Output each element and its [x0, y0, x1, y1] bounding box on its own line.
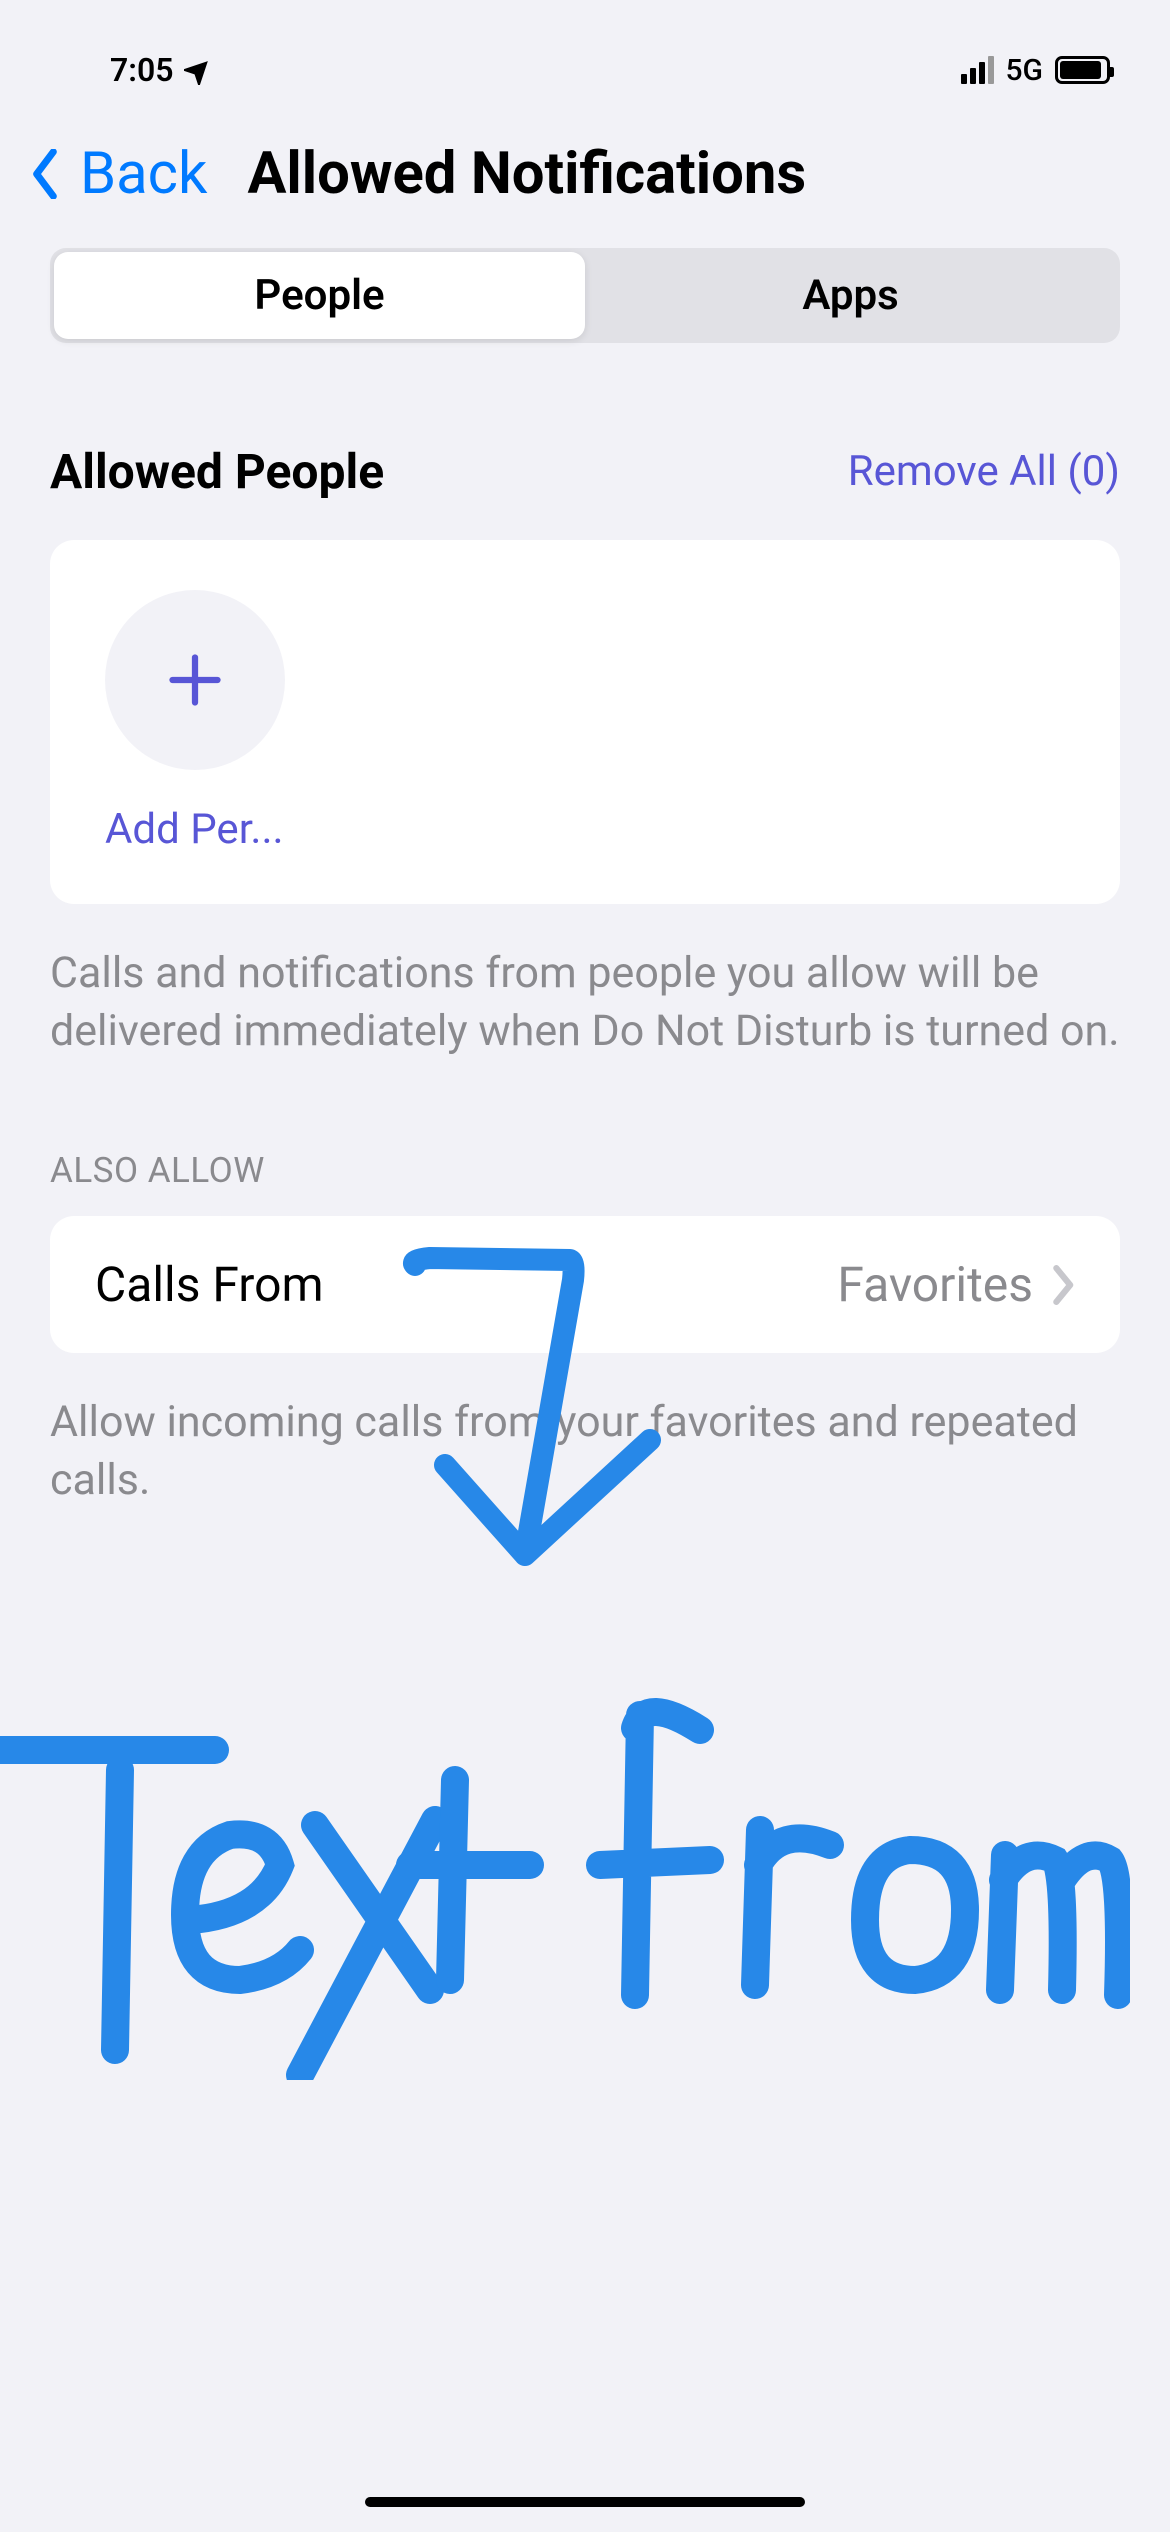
status-time: 7:05	[110, 51, 174, 89]
page-title: Allowed Notifications	[247, 140, 806, 208]
calls-from-label: Calls From	[95, 1256, 324, 1313]
status-time-group: 7:05	[110, 51, 214, 89]
calls-from-row[interactable]: Calls From Favorites	[50, 1216, 1120, 1353]
remove-all-button[interactable]: Remove All (0)	[848, 447, 1120, 496]
add-circle	[105, 590, 285, 770]
status-right: 5G	[961, 53, 1111, 88]
network-type: 5G	[1006, 53, 1044, 88]
status-bar: 7:05 5G	[0, 0, 1170, 110]
also-allow-header: ALSO ALLOW	[0, 1150, 1170, 1216]
allowed-people-card: Add Per...	[50, 540, 1120, 904]
back-chevron-icon[interactable]	[30, 149, 60, 199]
calls-from-value-group: Favorites	[837, 1256, 1075, 1313]
add-person-button[interactable]: Add Per...	[105, 590, 305, 854]
location-icon	[184, 55, 214, 85]
section-title: Allowed People	[50, 443, 384, 500]
calls-from-value: Favorites	[837, 1256, 1033, 1313]
segmented-control: People Apps	[50, 248, 1120, 343]
allowed-people-section: Allowed People Remove All (0) Add Per...	[0, 443, 1170, 904]
signal-icon	[961, 56, 994, 84]
section-header: Allowed People Remove All (0)	[50, 443, 1120, 500]
calls-from-description: Allow incoming calls from your favorites…	[0, 1353, 1170, 1509]
allowed-people-description: Calls and notifications from people you …	[0, 904, 1170, 1060]
home-indicator[interactable]	[365, 2497, 805, 2507]
plus-icon	[165, 650, 225, 710]
add-person-label: Add Per...	[105, 805, 315, 854]
also-allow-section: ALSO ALLOW Calls From Favorites	[0, 1150, 1170, 1353]
back-button[interactable]: Back	[80, 140, 207, 208]
chevron-right-icon	[1053, 1265, 1075, 1305]
tab-apps[interactable]: Apps	[585, 252, 1116, 339]
battery-icon	[1055, 56, 1110, 84]
handwritten-text-annotation	[0, 1680, 1130, 2080]
nav-header: Back Allowed Notifications	[0, 110, 1170, 248]
tab-people[interactable]: People	[54, 252, 585, 339]
